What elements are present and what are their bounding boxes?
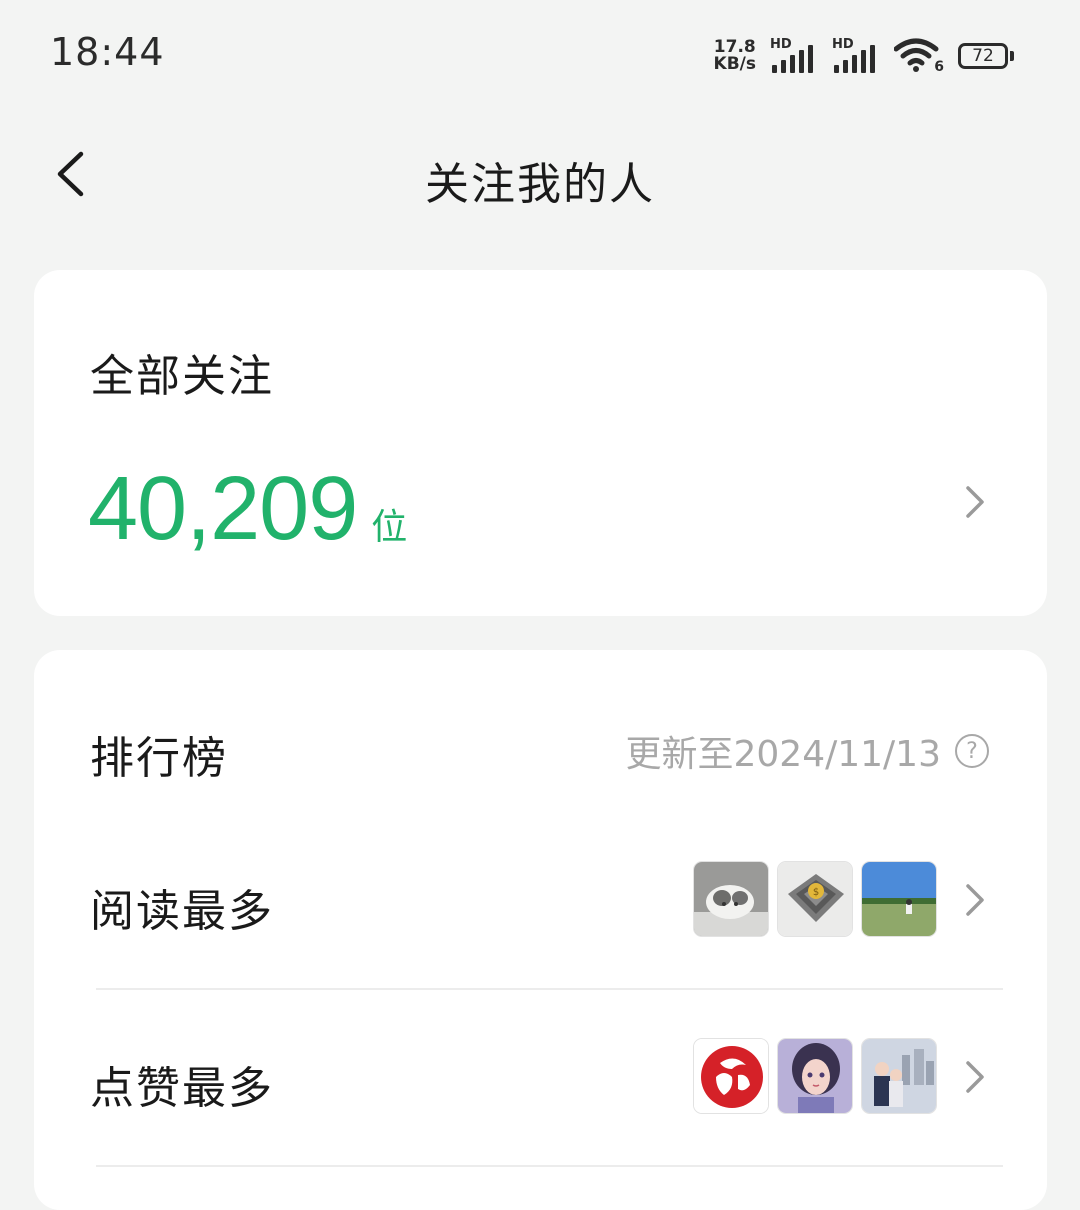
field-person-avatar (861, 861, 937, 937)
status-icons: 17.8 KB/s HD HD 6 72 (714, 36, 1018, 76)
chevron-right-icon (966, 486, 984, 518)
gold-coin-maze-avatar: $ (777, 861, 853, 937)
wifi-generation-label: 6 (934, 59, 944, 75)
ranking-updated: 更新至2024/11/13 ? (625, 725, 989, 777)
network-speed-unit: KB/s (713, 54, 756, 74)
gray-cat-avatar (693, 861, 769, 937)
cell-signal-icon-2: HD (832, 37, 880, 75)
network-speed: 17.8 KB/s (714, 39, 756, 73)
battery-level: 72 (972, 46, 994, 66)
ranking-row-most-liked[interactable]: 点赞最多 (34, 1002, 1047, 1152)
battery-icon: 72 (958, 41, 1018, 71)
ranking-title: 排行榜 (90, 733, 228, 784)
chevron-right-icon (966, 1061, 984, 1093)
row-label: 点赞最多 (90, 1063, 274, 1114)
help-icon[interactable]: ? (955, 734, 989, 768)
anime-girl-avatar (777, 1038, 853, 1114)
page-title: 关注我的人 (425, 159, 655, 210)
ranking-row-most-read[interactable]: 阅读最多 $ (34, 825, 1047, 975)
couple-city-avatar (861, 1038, 937, 1114)
avatar-group: $ (693, 861, 937, 937)
row-divider (96, 1165, 1003, 1167)
cell-signal-icon: HD (770, 37, 818, 75)
row-label: 阅读最多 (90, 886, 274, 937)
followers-count: 40,209 (88, 459, 358, 559)
wifi-icon: 6 (893, 37, 944, 75)
followers-label: 全部关注 (90, 351, 274, 402)
red-logo-avatar (693, 1038, 769, 1114)
followers-card[interactable]: 全部关注 40,209 位 (34, 270, 1047, 616)
followers-unit: 位 (371, 507, 408, 548)
status-time: 18:44 (50, 30, 165, 74)
avatar-group (693, 1038, 937, 1114)
ranking-card: 排行榜 更新至2024/11/13 ? 阅读最多 $ 点赞最多 (34, 650, 1047, 1210)
navigation-bar: 关注我的人 (0, 110, 1080, 240)
status-bar: 18:44 17.8 KB/s HD HD 6 72 (0, 0, 1080, 110)
followers-count-row: 40,209 位 (88, 458, 407, 561)
updated-date-text: 更新至2024/11/13 (625, 734, 942, 775)
svg-text:$: $ (813, 887, 819, 898)
chevron-right-icon (966, 884, 984, 916)
row-divider (96, 988, 1003, 990)
